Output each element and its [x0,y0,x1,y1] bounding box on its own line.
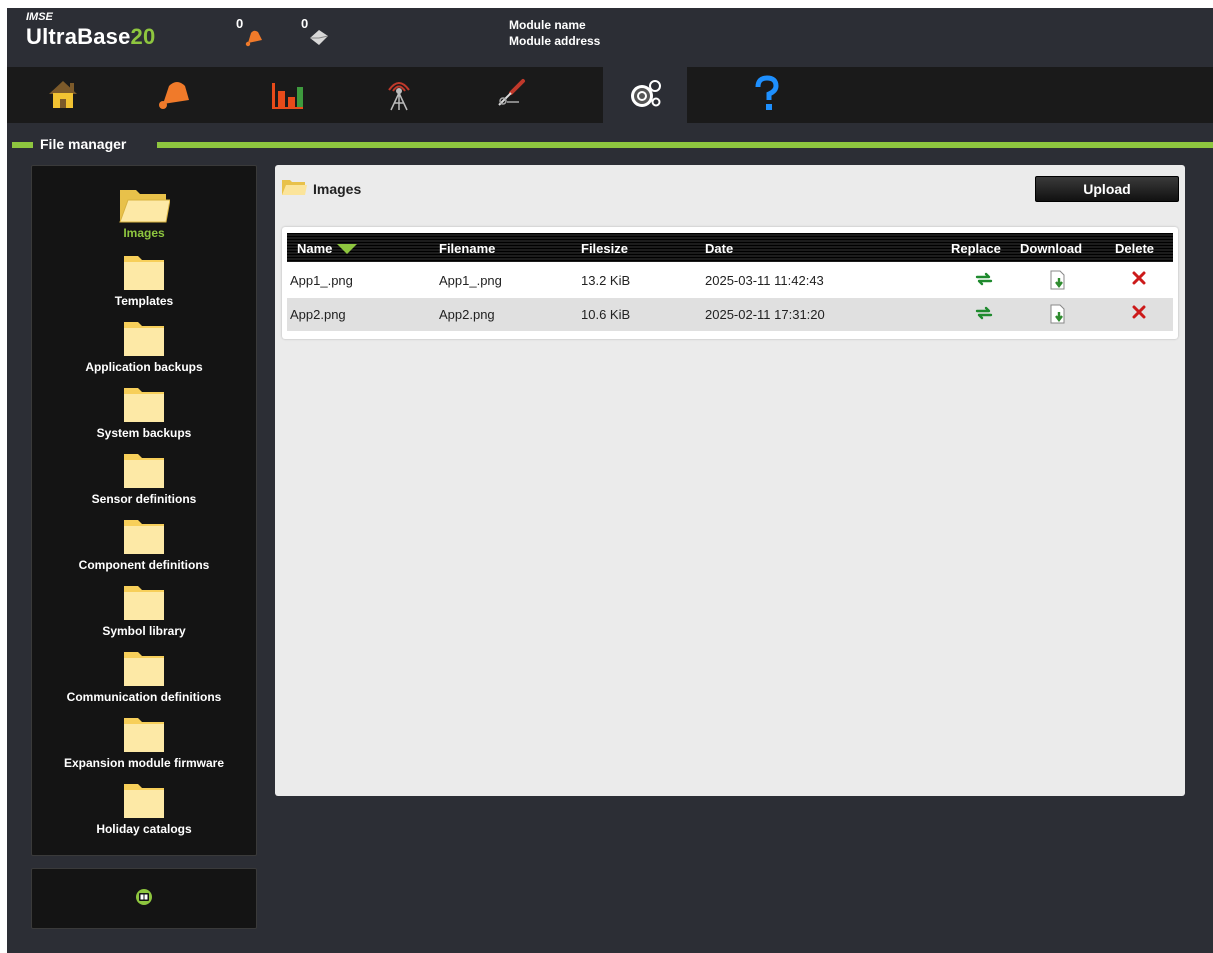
col-name[interactable]: Name [297,241,358,257]
cell-date: 2025-03-11 11:42:43 [705,273,824,288]
cell-filesize: 10.6 KiB [581,307,631,322]
folder-label: Symbol library [102,624,186,638]
nav-alarms[interactable] [119,67,231,123]
folder-label: Images [123,226,165,240]
sidebar-folder-communication-definitions[interactable]: Communication definitions [32,648,256,704]
info-book-icon[interactable] [135,888,153,909]
delete-icon[interactable] [1131,304,1147,323]
nav-communication[interactable] [343,67,455,123]
section-bar: File manager [7,136,1213,155]
folder-icon [32,714,256,754]
col-delete: Delete [1115,241,1155,256]
folder-sidebar: Images Templates Application backups System… [31,165,257,856]
col-download: Download [1020,241,1083,256]
module-address: Module address [509,34,601,48]
main-nav [7,67,1213,123]
sidebar-footer [31,868,257,929]
sidebar-folder-application-backups[interactable]: Application backups [32,318,256,374]
cell-filename: App1_.png [439,273,502,288]
sidebar-folder-symbol-library[interactable]: Symbol library [32,582,256,638]
sidebar-folder-system-backups[interactable]: System backups [32,384,256,440]
cell-name: App1_.png [290,273,353,288]
nav-tools[interactable] [455,67,567,123]
header: IMSE UltraBase20 0 0 Module name Module … [7,8,1213,67]
col-filesize[interactable]: Filesize [581,241,628,256]
sidebar-folder-sensor-definitions[interactable]: Sensor definitions [32,450,256,506]
folder-label: Communication definitions [66,690,222,704]
folder-icon [32,318,256,358]
section-divider [157,142,1213,148]
brand-number: 20 [130,24,156,49]
sidebar-folder-component-definitions[interactable]: Component definitions [32,516,256,572]
module-name: Module name [509,18,586,32]
replace-icon[interactable] [975,304,993,325]
nav-home[interactable] [7,67,119,123]
cell-filesize: 13.2 KiB [581,273,631,288]
section-tick [12,142,33,148]
delete-icon[interactable] [1131,270,1147,289]
cell-name: App2.png [290,307,346,322]
folder-icon [32,252,256,292]
brand-name: UltraBase [26,24,131,49]
open-folder-icon [32,186,256,224]
folder-label: System backups [96,426,192,440]
app-window: IMSE UltraBase20 0 0 Module name Module … [7,8,1213,953]
question-icon [752,74,782,116]
panel-title: Images [313,180,362,197]
screwdriver-icon [493,76,529,115]
table-row: App1_.png App1_.png 13.2 KiB 2025-03-11 … [287,264,1173,297]
folder-label: Sensor definitions [91,492,197,506]
folder-icon [32,582,256,622]
brand-logo[interactable]: UltraBase20 [26,24,155,50]
col-filename[interactable]: Filename [439,241,495,256]
bar-chart-icon [269,77,305,114]
folder-label: Templates [114,294,174,308]
open-folder-icon [281,177,307,200]
gears-icon [627,76,663,115]
cell-filename: App2.png [439,307,495,322]
alarm-bell-icon[interactable] [243,26,265,51]
download-icon[interactable] [1050,304,1066,327]
folder-icon [32,516,256,556]
folder-icon [32,780,256,820]
upload-button[interactable]: Upload [1035,176,1179,202]
page-title: File manager [40,136,127,152]
col-date[interactable]: Date [705,241,733,256]
house-icon [45,77,81,114]
sort-desc-icon [337,242,358,257]
sidebar-folder-holiday-catalogs[interactable]: Holiday catalogs [32,780,256,836]
envelope-icon[interactable] [307,26,331,51]
folder-label: Application backups [85,360,203,374]
col-replace: Replace [951,241,1001,256]
folder-label: Expansion module firmware [63,756,225,770]
files-table: Name Filename Filesize Date Replace Down… [282,227,1178,339]
folder-icon [32,450,256,490]
download-icon[interactable] [1050,270,1066,293]
antenna-icon [381,76,417,115]
replace-icon[interactable] [975,270,993,291]
cell-date: 2025-02-11 17:31:20 [705,307,825,322]
folder-label: Component definitions [78,558,210,572]
module-info: Module name Module address [509,17,600,49]
brand-small: IMSE [26,11,53,23]
folder-label: Holiday catalogs [96,822,192,836]
sidebar-folder-images[interactable]: Images [32,186,256,240]
sidebar-folder-expansion-module-firmware[interactable]: Expansion module firmware [32,714,256,770]
sidebar-folder-templates[interactable]: Templates [32,252,256,308]
folder-icon [32,648,256,688]
nav-settings[interactable] [603,67,687,123]
folder-icon [32,384,256,424]
nav-help[interactable] [711,67,823,123]
nav-charts[interactable] [231,67,343,123]
panel-header: Images [281,177,361,200]
table-header: Name Filename Filesize Date Replace Down… [287,233,1173,262]
file-panel: Images Upload Name Filename Filesize Dat… [275,165,1185,796]
col-name-label: Name [297,241,333,256]
bell-icon [155,76,195,115]
table-row: App2.png App2.png 10.6 KiB 2025-02-11 17… [287,298,1173,331]
